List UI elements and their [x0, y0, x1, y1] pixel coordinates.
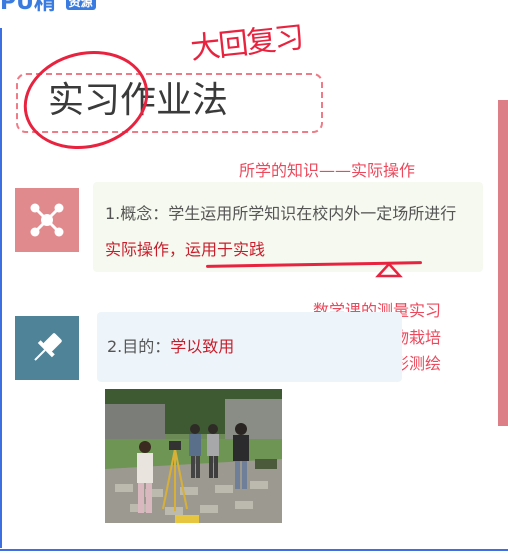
logo-text: PU精 [0, 0, 64, 15]
point1-highlight: 实际操作，运用于实践 [105, 240, 266, 259]
logo-box: 资源 [65, 0, 96, 10]
frame-bottom-border [0, 549, 508, 551]
annotation-knowledge-practice: 所学的知识——实际操作 [239, 161, 416, 180]
network-nodes-icon [30, 203, 64, 237]
frame-left-border [0, 28, 2, 548]
handwritten-annotation: 大回复习 [188, 20, 304, 67]
point2-icon-box [15, 316, 79, 380]
point1-icon-box [15, 188, 79, 252]
hand-drawn-circle [13, 38, 159, 162]
point1-prefix: 1.概念：学生运用所学知识在校内外一定场所进行 [105, 204, 457, 223]
point1-text: 1.概念：学生运用所学知识在校内外一定场所进行实际操作，运用于实践 [105, 196, 465, 268]
point1-card: 1.概念：学生运用所学知识在校内外一定场所进行实际操作，运用于实践 [93, 182, 483, 272]
point2-highlight: 学以致用 [170, 337, 235, 356]
hand-drawn-caret-mark [375, 262, 403, 278]
pushpin-icon [34, 333, 62, 361]
right-accent-bar [498, 100, 508, 426]
point2-card: 2.目的：学以致用 [97, 312, 402, 382]
brand-logo: PU精 资源 [0, 0, 96, 14]
photo-illustration [105, 389, 282, 523]
point2-prefix: 2.目的： [107, 337, 171, 356]
point2-text: 2.目的：学以致用 [107, 329, 234, 365]
students-surveying-photo [105, 389, 282, 523]
